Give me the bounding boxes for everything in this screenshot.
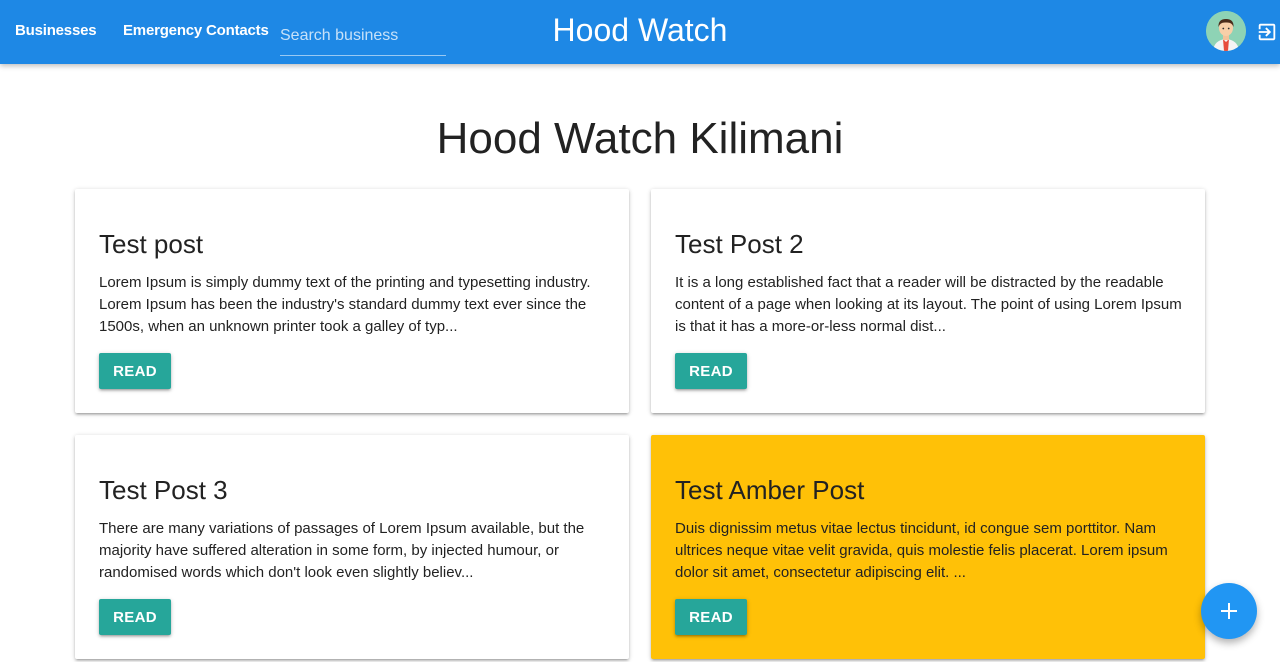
add-post-button[interactable] [1201,583,1257,639]
post-card-amber: Test Amber Post Duis dignissim metus vit… [651,435,1205,659]
page-title: Hood Watch Kilimani [436,114,844,163]
read-button[interactable]: READ [99,353,171,389]
post-excerpt: It is a long established fact that a rea… [675,274,1182,335]
nav-link-businesses[interactable]: Businesses [15,22,97,39]
post-excerpt: Lorem Ipsum is simply dummy text of the … [99,274,591,335]
nav-link-emergency-contacts[interactable]: Emergency Contacts [123,22,269,39]
read-button[interactable]: READ [675,599,747,635]
read-button[interactable]: READ [99,599,171,635]
read-button[interactable]: READ [675,353,747,389]
post-title: Test Post 2 [675,229,804,259]
post-excerpt: Duis dignissim metus vitae lectus tincid… [675,520,1168,581]
user-avatar[interactable] [1206,11,1246,51]
post-title: Test Post 3 [99,475,228,505]
post-excerpt: There are many variations of passages of… [99,520,585,581]
post-card: Test post Lorem Ipsum is simply dummy te… [75,189,629,413]
post-title: Test Amber Post [675,475,865,505]
post-title: Test post [99,229,204,259]
logout-button[interactable] [1256,21,1278,43]
avatar-icon [1206,11,1246,51]
brand-title[interactable]: Hood Watch [553,12,728,48]
top-navbar: Businesses Emergency Contacts Hood Watch [0,0,1280,64]
post-card: Test Post 2 It is a long established fac… [651,189,1205,413]
post-card: Test Post 3 There are many variations of… [75,435,629,659]
add-icon [1221,603,1237,619]
search-business-input[interactable] [280,16,446,56]
logout-icon [1258,23,1276,41]
